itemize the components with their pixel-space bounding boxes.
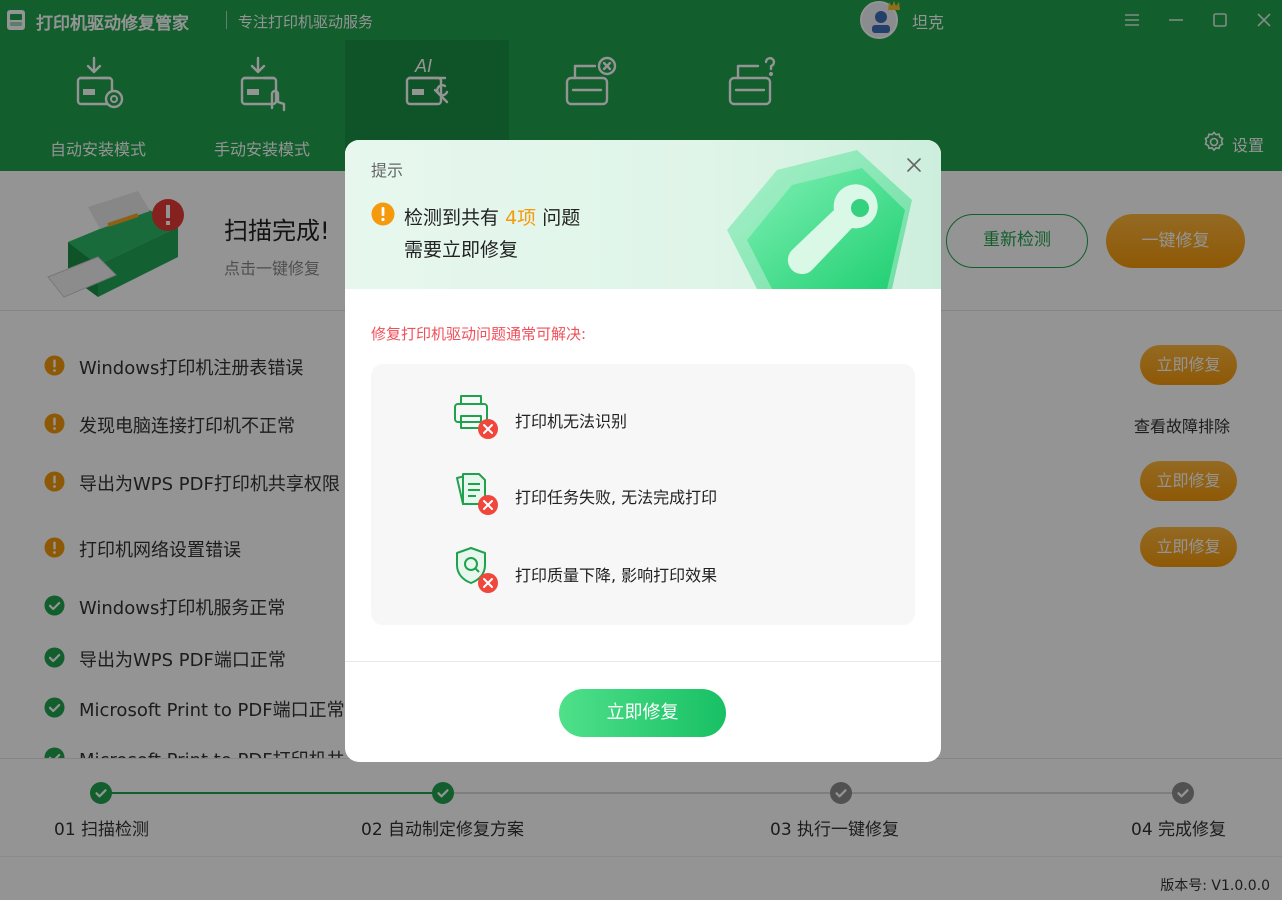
shield-search-x-icon — [456, 547, 498, 593]
dialog-header: 提示 检测到共有 4项 问题 需要立即修复 — [345, 140, 941, 289]
divider — [345, 661, 941, 662]
wrench-badge-illustration — [727, 150, 912, 289]
issue-count-prefix: 检测到共有 — [404, 207, 500, 229]
repair-needed-message: 需要立即修复 — [404, 239, 519, 261]
warning-icon — [371, 202, 395, 226]
benefit-text: 打印机无法识别 — [515, 412, 628, 431]
issue-count-suffix: 问题 — [542, 207, 581, 229]
benefit-text: 打印任务失败, 无法完成打印 — [515, 488, 718, 507]
dialog-title: 提示 — [371, 161, 404, 180]
repair-hint: 修复打印机驱动问题通常可解决: — [371, 325, 587, 343]
benefit-list: 打印机无法识别 打印任务失败, 无法完成打印 打印质量下降, 影响打印效果 — [371, 364, 915, 625]
close-icon[interactable] — [905, 156, 923, 174]
fix-now-button[interactable]: 立即修复 — [559, 689, 726, 737]
list-item: 打印机无法识别 — [371, 392, 915, 444]
documents-x-icon — [456, 473, 498, 515]
issue-count-message: 检测到共有 4项 问题 — [404, 203, 580, 230]
repair-prompt-dialog: 提示 检测到共有 4项 问题 需要立即修复 修复打印机驱动问题通常可解决: 打印… — [345, 140, 941, 762]
list-item: 打印质量下降, 影响打印效果 — [371, 546, 915, 598]
benefit-text: 打印质量下降, 影响打印效果 — [515, 566, 718, 585]
list-item: 打印任务失败, 无法完成打印 — [371, 468, 915, 520]
printer-x-icon — [454, 395, 498, 439]
issue-count: 4项 — [505, 207, 537, 229]
